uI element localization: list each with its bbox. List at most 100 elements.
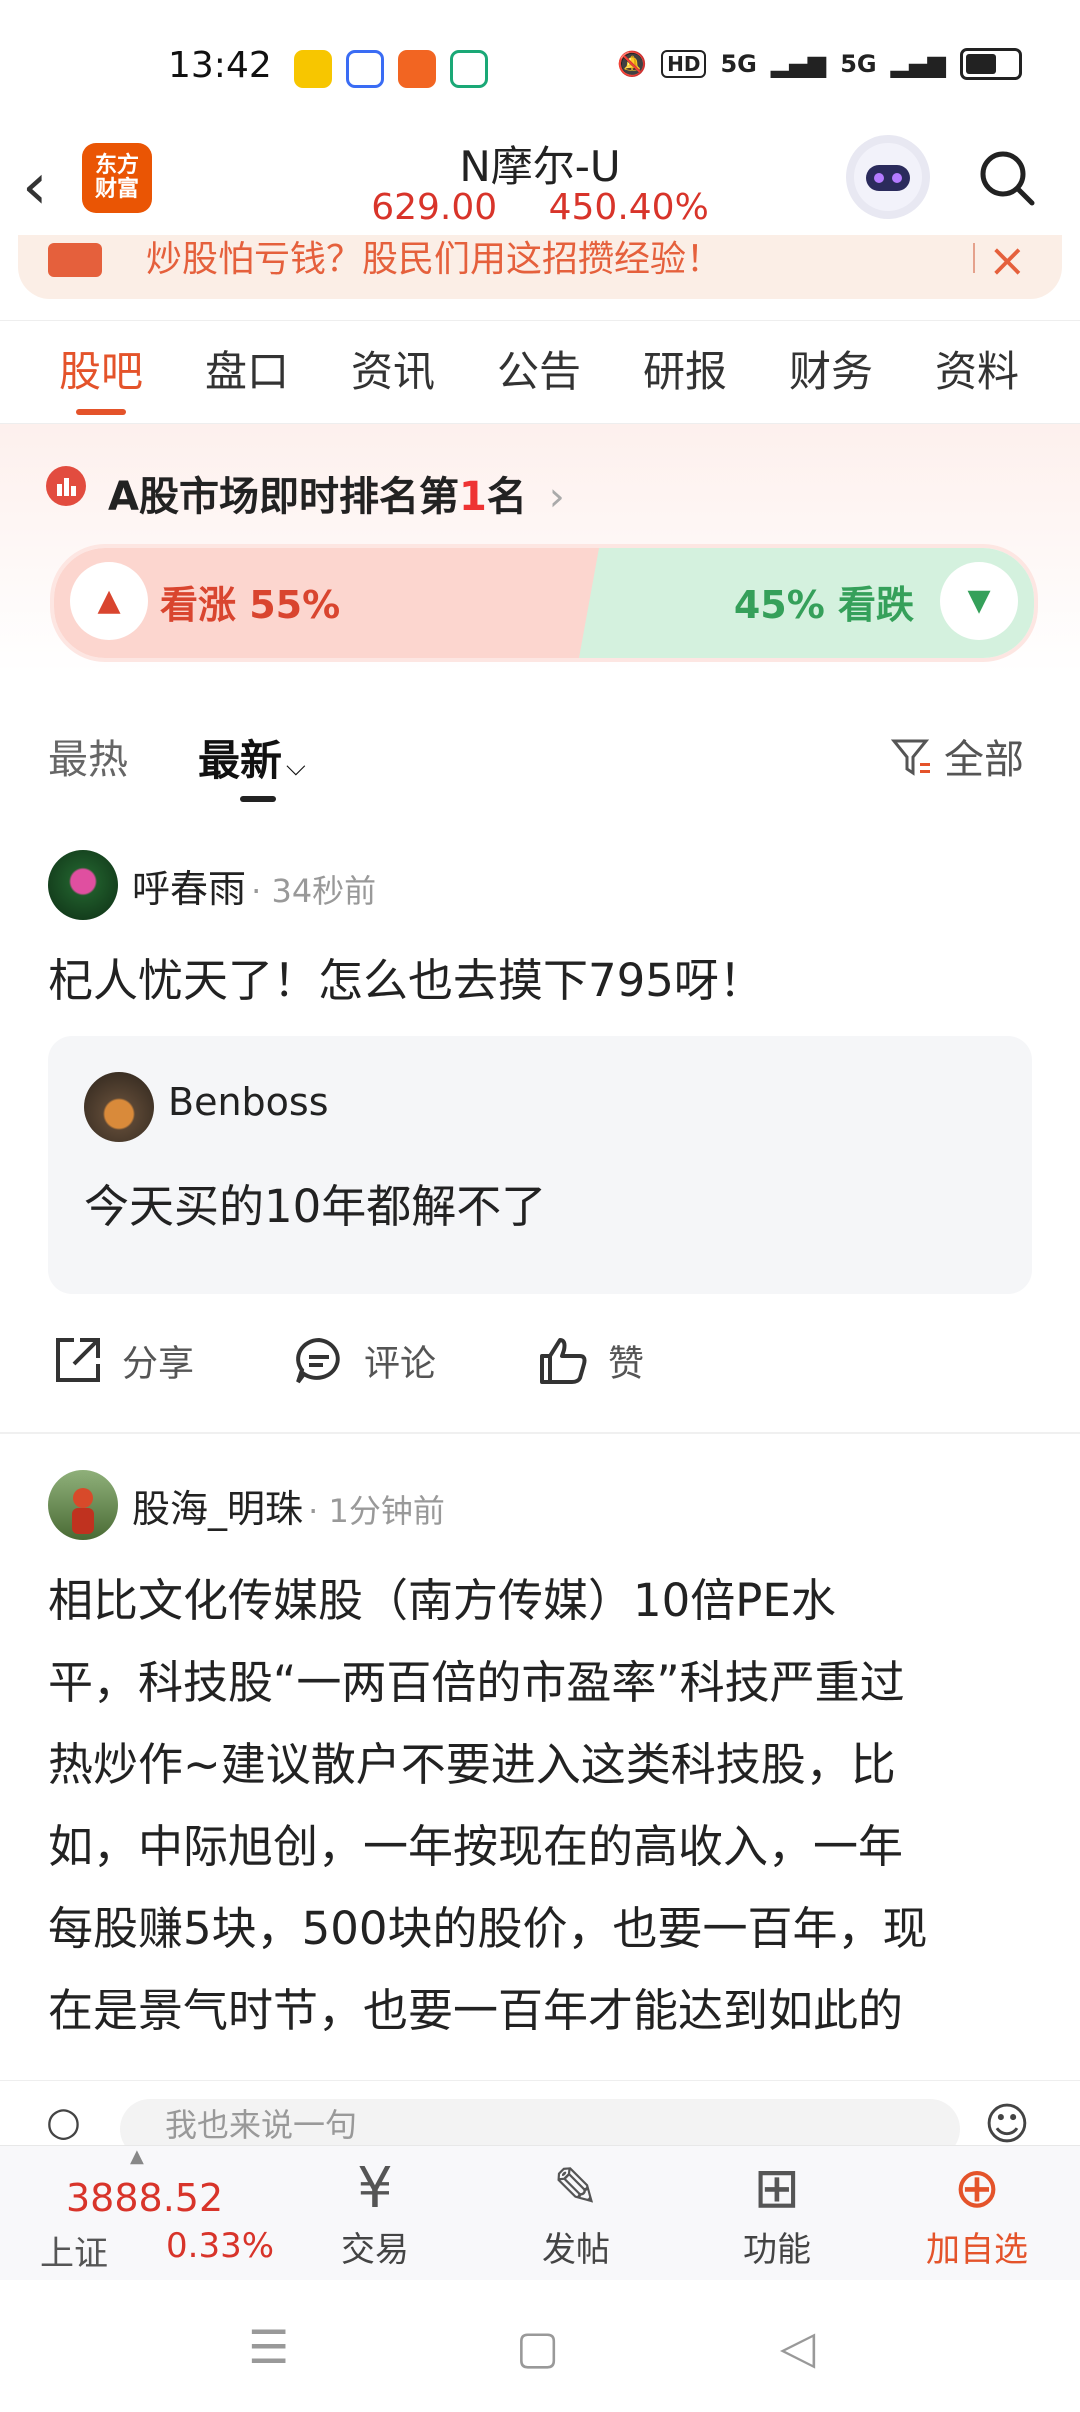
chevron-down-icon: ⌵ [286, 752, 306, 782]
megaphone-icon [48, 243, 102, 277]
comment-icon [292, 1334, 346, 1397]
quote-text: 今天买的10年都解不了 [84, 1180, 547, 1233]
home-app-icon [450, 50, 488, 88]
filter-label: 全部 [944, 737, 1024, 783]
chevron-right-icon: › [548, 474, 565, 520]
bull-label: 看涨 55% [160, 583, 341, 627]
post-line: 相比文化传媒股（南方传媒）10倍PE水 [48, 1574, 836, 1627]
sort-new[interactable]: 最新 ⌵ [198, 727, 306, 788]
network-label-2: 5G [840, 50, 877, 78]
bottom-bar: ▲ 3888.52 上证 0.33% ¥ 交易 ✎ 发帖 ⊞ 功能 ⊕ 加自选 [0, 2145, 1080, 2281]
status-bar: 13:42 🔕 HD 5G ▂▄▆ 5G ▂▄▆ [0, 0, 1080, 135]
tab-bar: 股吧 盘口 资讯 公告 研报 财务 资料 [0, 320, 1080, 424]
post-line: 热炒作~建议散户不要进入这类科技股，比 [48, 1738, 896, 1791]
stock-price: 629.00 [371, 187, 498, 228]
signal-icon-2: ▂▄▆ [890, 50, 946, 78]
system-nav-bar: ☰ ▢ ◁ [0, 2280, 1080, 2412]
emoji-icon[interactable]: ☺ [984, 2099, 1030, 2150]
banner-text: 炒股怕亏钱？股民们用这招攒经验！ [146, 239, 723, 280]
menu-icon[interactable]: ☰ [248, 2320, 289, 2374]
edit-icon: ✎ [552, 2156, 600, 2221]
plus-circle-icon: ⊕ [953, 2156, 1001, 2221]
tab-announcements[interactable]: 公告 [466, 321, 612, 423]
tab-finance[interactable]: 财务 [758, 321, 904, 423]
banner-divider [973, 243, 975, 273]
rank-number: 1 [458, 474, 487, 520]
sentiment-bar: ▲ 看涨 55% 45% 看跌 ▼ [50, 544, 1038, 662]
comment-bar: ○ 我也来说一句 ☺ [0, 2080, 1080, 2159]
close-icon[interactable]: × [988, 233, 1027, 287]
user-icon[interactable]: ○ [46, 2099, 81, 2145]
hd-badge: HD [661, 50, 707, 78]
collapse-indicator[interactable]: ▲ [130, 2146, 144, 2167]
tab-news[interactable]: 资讯 [320, 321, 466, 423]
thumbs-up-icon [536, 1334, 590, 1397]
sort-hot[interactable]: 最热 [48, 727, 128, 785]
trade-button[interactable]: ¥ 交易 [310, 2156, 440, 2271]
post-line: 在是景气时节，也要一百年才能达到如此的 [48, 1984, 904, 2037]
rank-icon [46, 466, 86, 506]
post-line: 如，中际旭创，一年按现在的高收入，一年 [48, 1820, 904, 1873]
home-icon[interactable]: ▢ [516, 2320, 559, 2374]
post-username[interactable]: 呼春雨 [132, 867, 246, 911]
like-button[interactable]: 赞 [536, 1334, 644, 1397]
sort-indicator [240, 796, 276, 802]
post-label: 发帖 [542, 2230, 610, 2270]
trade-icon: ¥ [357, 2156, 393, 2221]
post-line: 平，科技股“一两百倍的市盈率”科技严重过 [48, 1656, 905, 1709]
rank-section: A股市场即时排名第1名 › ▲ 看涨 55% 45% 看跌 ▼ [0, 424, 1080, 674]
like-label: 赞 [608, 1343, 645, 1385]
status-time: 13:42 [168, 45, 272, 86]
post-button[interactable]: ✎ 发帖 [511, 2156, 641, 2271]
post-text[interactable]: 相比文化传媒股（南方传媒）10倍PE水 平，科技股“一两百倍的市盈率”科技严重过… [48, 1560, 1048, 2052]
quote-username[interactable]: Benboss [168, 1080, 329, 1124]
stock-change: 450.40% [548, 187, 709, 228]
app-icon [398, 50, 436, 88]
comment-label: 评论 [364, 1343, 437, 1385]
post-divider [0, 1432, 1080, 1434]
add-watchlist-label: 加自选 [926, 2230, 1028, 2270]
index-change: 0.33% [166, 2226, 275, 2266]
tab-research[interactable]: 研报 [612, 321, 758, 423]
battery-icon [960, 48, 1022, 80]
tab-profile[interactable]: 资料 [904, 321, 1050, 423]
post-header: 呼春雨 · 34秒前 [132, 858, 376, 913]
rank-prefix: A股市场即时排名第 [108, 474, 459, 520]
quoted-post[interactable]: Benboss 今天买的10年都解不了 [48, 1036, 1032, 1294]
index-value[interactable]: 3888.52 [66, 2176, 223, 2220]
post-header: 股海_明珠 · 1分钟前 [132, 1478, 445, 1533]
tab-guba[interactable]: 股吧 [28, 321, 174, 423]
trade-label: 交易 [341, 2230, 409, 2270]
avatar[interactable] [48, 1470, 118, 1540]
mute-icon: 🔕 [617, 50, 648, 78]
down-arrow-icon[interactable]: ▼ [940, 562, 1018, 640]
search-icon[interactable] [978, 149, 1036, 207]
comment-button[interactable]: 评论 [292, 1334, 436, 1397]
promo-banner[interactable]: 炒股怕亏钱？股民们用这招攒经验！ × [18, 233, 1062, 299]
sort-new-label: 最新 [198, 736, 283, 785]
share-button[interactable]: 分享 [50, 1334, 194, 1397]
back-nav-icon[interactable]: ◁ [780, 2320, 815, 2374]
post-username[interactable]: 股海_明珠 [132, 1487, 303, 1531]
signal-icon: ▂▄▆ [770, 50, 827, 78]
filter-button[interactable]: 全部 [890, 727, 1024, 789]
index-name: 上证 [40, 2234, 108, 2274]
add-watchlist-button[interactable]: ⊕ 加自选 [912, 2156, 1042, 2271]
share-icon [50, 1334, 104, 1397]
avatar[interactable] [84, 1072, 154, 1142]
functions-button[interactable]: ⊞ 功能 [712, 2156, 842, 2271]
robot-assistant-icon[interactable] [846, 135, 930, 219]
post-time: · 1分钟前 [308, 1492, 445, 1530]
up-arrow-icon[interactable]: ▲ [70, 562, 148, 640]
tab-pankou[interactable]: 盘口 [174, 321, 320, 423]
status-indicators: 🔕 HD 5G ▂▄▆ 5G ▂▄▆ [617, 48, 1022, 80]
baidu-icon [346, 50, 384, 88]
market-rank[interactable]: A股市场即时排名第1名 › [108, 464, 565, 522]
share-label: 分享 [122, 1343, 195, 1385]
meituan-icon [294, 50, 332, 88]
avatar[interactable] [48, 850, 118, 920]
post-text[interactable]: 杞人忧天了！怎么也去摸下795呀！ [48, 940, 764, 1022]
bear-label: 45% 看跌 [733, 583, 914, 627]
filter-icon [890, 735, 934, 789]
post-time: · 34秒前 [251, 872, 377, 910]
